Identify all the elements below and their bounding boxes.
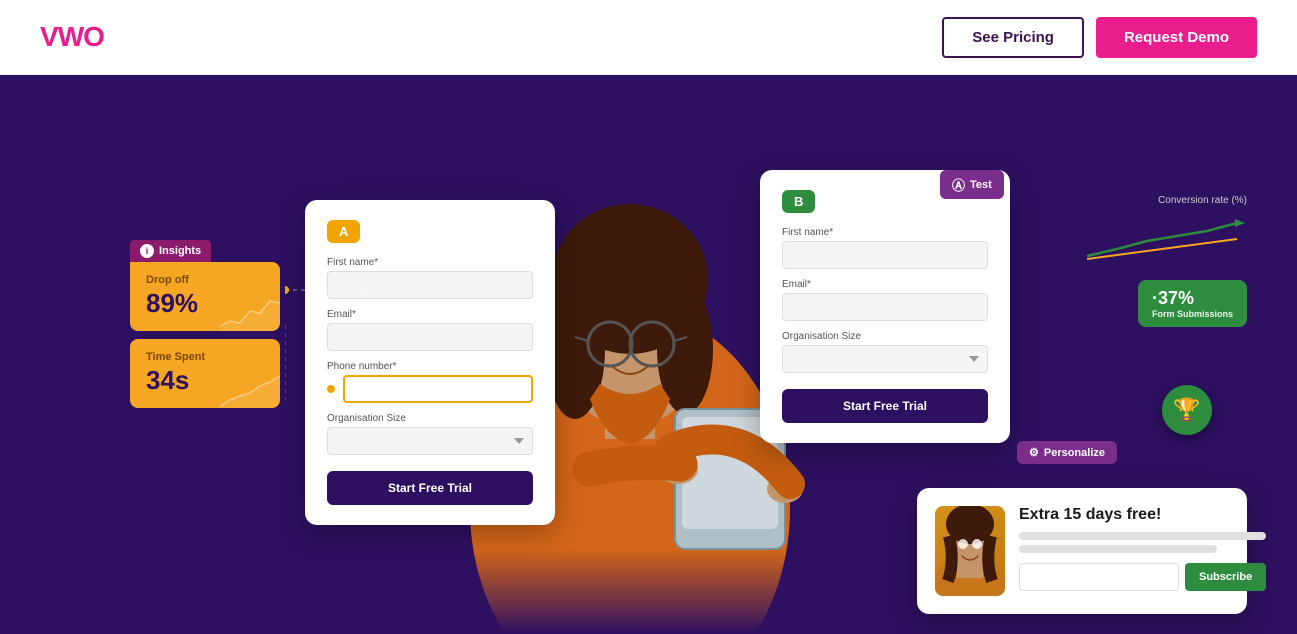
variant-a-badge: A (327, 220, 360, 243)
form-a-cta-button[interactable]: Start Free Trial (327, 471, 533, 505)
form-b-firstname-input[interactable] (782, 241, 988, 269)
connector-a (285, 260, 485, 380)
form-a-org-group: Organisation Size (327, 413, 533, 455)
personalize-icon: ⚙ (1029, 446, 1039, 459)
form-b-card: B First name* Email* Organisation Size S… (760, 170, 1010, 443)
insights-icon: i (140, 244, 154, 258)
personalize-input-row: Subscribe (1019, 563, 1266, 591)
logo: VWO (40, 21, 104, 53)
timespent-chart (220, 368, 280, 408)
form-b-email-input[interactable] (782, 293, 988, 321)
form-b-email-group: Email* (782, 279, 988, 321)
personalize-person-thumb (935, 506, 1005, 596)
subscribe-button[interactable]: Subscribe (1185, 563, 1266, 591)
conversion-label: Conversion rate (%) (1087, 195, 1247, 206)
personalize-line-1 (1019, 532, 1266, 540)
dropoff-label: Drop off (146, 274, 264, 286)
hero-section: i Insights Drop off 89% Time Spent 34s (0, 75, 1297, 634)
form-b-org-group: Organisation Size (782, 331, 988, 373)
personalize-line-2 (1019, 545, 1217, 553)
test-badge: Ⓐ Test (940, 170, 1004, 199)
personalize-email-input[interactable] (1019, 563, 1179, 591)
header-actions: See Pricing Request Demo (942, 17, 1257, 58)
header: VWO See Pricing Request Demo (0, 0, 1297, 75)
personalize-lines (1019, 532, 1266, 553)
personalize-title: Extra 15 days free! (1019, 506, 1266, 524)
stats-badge: ·37% Form Submissions (1138, 280, 1247, 327)
personalize-card: Extra 15 days free! Subscribe (917, 488, 1247, 614)
request-demo-button[interactable]: Request Demo (1096, 17, 1257, 58)
trophy-badge: 🏆 (1162, 385, 1212, 435)
dropoff-chart (220, 291, 280, 331)
form-b-firstname-group: First name* (782, 227, 988, 269)
variant-b-badge: B (782, 190, 815, 213)
see-pricing-button[interactable]: See Pricing (942, 17, 1084, 58)
form-b-org-select[interactable] (782, 345, 988, 373)
conversion-chart: Conversion rate (%) (1087, 195, 1247, 271)
conversion-chart-svg (1087, 211, 1247, 266)
personalize-content: Extra 15 days free! Subscribe (1019, 506, 1266, 591)
dropoff-card: Drop off 89% (130, 262, 280, 331)
insights-label: i Insights (130, 240, 211, 262)
logo-wo: WO (58, 21, 104, 52)
form-a-org-select[interactable] (327, 427, 533, 455)
insights-card: i Insights Drop off 89% Time Spent 34s (130, 240, 280, 408)
phone-indicator-dot (327, 385, 335, 393)
stats-value: ·37% (1152, 288, 1233, 309)
timespent-card: Time Spent 34s (130, 339, 280, 408)
form-b-cta-button[interactable]: Start Free Trial (782, 389, 988, 423)
personalize-badge: ⚙ Personalize (1017, 441, 1117, 464)
stats-sub: Form Submissions (1152, 309, 1233, 319)
test-icon: Ⓐ (952, 175, 965, 194)
timespent-label: Time Spent (146, 351, 264, 363)
logo-v: V (40, 21, 58, 52)
